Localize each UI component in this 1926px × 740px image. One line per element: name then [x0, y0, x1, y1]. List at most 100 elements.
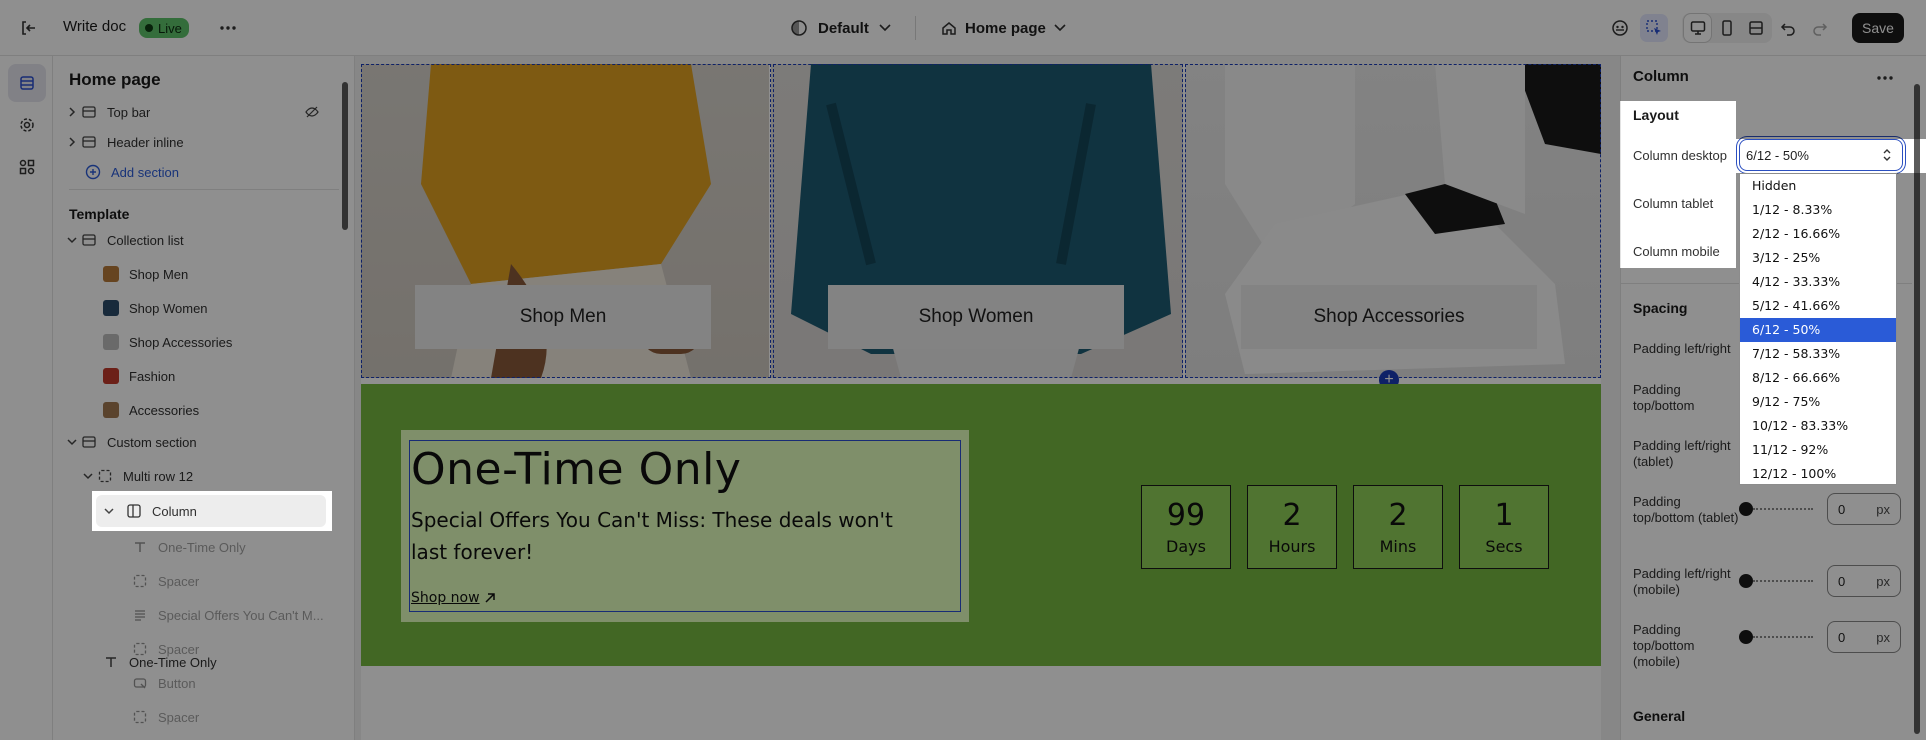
theme-selector[interactable]: Default	[790, 16, 891, 40]
redo-icon[interactable]	[1806, 14, 1834, 42]
chevron-down-icon[interactable]	[81, 472, 95, 480]
tree-item-special-offers[interactable]: Special Offers You Can't M...	[130, 599, 410, 631]
spacer-icon	[130, 707, 150, 727]
padding-tb-tablet-input[interactable]: 0 px	[1827, 493, 1901, 525]
shop-accessories-card[interactable]: Shop Accessories	[1241, 285, 1537, 349]
divider	[69, 189, 339, 190]
mobile-view-icon[interactable]	[1713, 14, 1740, 42]
plus-circle-icon	[83, 162, 103, 182]
tree-item-shop-women[interactable]: Shop Women	[101, 292, 354, 324]
slider-track[interactable]	[1753, 508, 1813, 510]
countdown-hours: 2 Hours	[1247, 485, 1337, 569]
option[interactable]: 10/12 - 83.33%	[1740, 414, 1896, 438]
padding-lr-label: Padding left/right	[1633, 341, 1731, 356]
chevron-down-icon	[1054, 24, 1066, 32]
desktop-view-icon[interactable]	[1684, 14, 1712, 42]
padding-lr-mobile-label: Padding left/right (mobile)	[1633, 566, 1731, 597]
option[interactable]: Hidden	[1740, 174, 1896, 198]
properties-scrollbar[interactable]	[1912, 56, 1922, 740]
option[interactable]: 5/12 - 41.66%	[1740, 294, 1896, 318]
tree-item-spacer[interactable]: Spacer	[130, 565, 410, 597]
shop-women-card[interactable]: Shop Women	[828, 285, 1124, 349]
slider-track[interactable]	[1753, 636, 1813, 638]
save-button[interactable]: Save	[1852, 13, 1904, 43]
add-section-button[interactable]: Add section	[83, 156, 354, 188]
section-icon	[79, 132, 99, 152]
option[interactable]: 4/12 - 33.33%	[1740, 270, 1896, 294]
shop-men-card[interactable]: Shop Men	[415, 285, 711, 349]
tree-item-collection-list[interactable]: Collection list	[65, 224, 345, 256]
slider-handle[interactable]	[1739, 630, 1753, 644]
toolbar-divider	[915, 16, 916, 40]
chevron-right-icon[interactable]	[65, 107, 79, 117]
tree-item-fashion[interactable]: Fashion	[101, 360, 354, 392]
padding-tb-mobile-input[interactable]: 0 px	[1827, 621, 1901, 653]
shop-now-link[interactable]: Shop now	[411, 590, 496, 606]
more-options-icon[interactable]	[1873, 66, 1897, 90]
option-selected[interactable]: 6/12 - 50%	[1740, 318, 1896, 342]
tree-item-accessories[interactable]: Accessories	[101, 394, 354, 426]
countdown-mins: 2 Mins	[1353, 485, 1443, 569]
promo-text[interactable]: Special Offers You Can't Miss: These dea…	[411, 504, 931, 568]
chevron-down-icon[interactable]	[102, 507, 116, 515]
inspector-icon[interactable]	[1640, 14, 1668, 42]
column-mobile-label: Column mobile	[1633, 244, 1720, 259]
thumbnail-image	[101, 366, 121, 386]
tree-item-button[interactable]: Button	[130, 667, 410, 699]
countdown-days: 99 Days	[1141, 485, 1231, 569]
button-icon	[130, 673, 150, 693]
option[interactable]: 9/12 - 75%	[1740, 390, 1896, 414]
chevron-down-icon[interactable]	[65, 438, 79, 446]
tree-item-custom-section[interactable]: Custom section	[65, 426, 345, 458]
promo-heading[interactable]: One-Time Only	[411, 444, 741, 495]
tree-item-spacer[interactable]: Spacer	[130, 633, 410, 665]
tree-item-shop-accessories[interactable]: Shop Accessories	[101, 326, 354, 358]
slider-track[interactable]	[1753, 580, 1813, 582]
option[interactable]: 11/12 - 92%	[1740, 438, 1896, 462]
option[interactable]: 2/12 - 16.66%	[1740, 222, 1896, 246]
general-heading: General	[1633, 708, 1686, 724]
option[interactable]: 3/12 - 25%	[1740, 246, 1896, 270]
settings-gear-icon[interactable]	[8, 106, 46, 144]
spacing-heading: Spacing	[1633, 300, 1688, 316]
padding-lr-tablet-label: Padding left/right (tablet)	[1633, 438, 1731, 469]
tree-item-multi-row[interactable]: Multi row 12	[81, 460, 354, 492]
layout-heading: Layout	[1633, 107, 1679, 123]
tree-item-one-time-only[interactable]: One-Time Only	[130, 531, 410, 563]
tree-item-column[interactable]: Column	[92, 491, 332, 531]
option[interactable]: 1/12 - 8.33%	[1740, 198, 1896, 222]
preview-canvas: Shop Men Shop Women Shop Accessories + O…	[355, 56, 1620, 740]
column-desktop-select[interactable]: 6/12 - 50%	[1739, 139, 1903, 171]
tree-item-spacer[interactable]: Spacer	[130, 701, 410, 733]
block-dashed-icon	[95, 466, 115, 486]
option[interactable]: 8/12 - 66.66%	[1740, 366, 1896, 390]
sections-icon[interactable]	[8, 64, 46, 102]
more-options-icon[interactable]	[216, 16, 240, 40]
chevron-right-icon[interactable]	[65, 137, 79, 147]
padding-tb-tablet-label: Padding top/bottom (tablet)	[1633, 494, 1739, 525]
paragraph-icon	[130, 605, 150, 625]
tree-item-shop-men[interactable]: Shop Men	[101, 258, 354, 290]
fullscreen-view-icon[interactable]	[1743, 14, 1770, 42]
page-selector[interactable]: Home page	[941, 16, 1066, 40]
slider-handle[interactable]	[1739, 502, 1753, 516]
scrollbar-thumb[interactable]	[1914, 84, 1920, 734]
panel-title: Column	[1633, 68, 1689, 85]
option[interactable]: 12/12 - 100%	[1740, 462, 1896, 486]
scrollbar-thumb[interactable]	[342, 82, 348, 230]
option[interactable]: 7/12 - 58.33%	[1740, 342, 1896, 366]
tree-item-header-inline[interactable]: Header inline	[65, 126, 345, 158]
hidden-eye-icon[interactable]	[305, 106, 319, 118]
undo-icon[interactable]	[1774, 14, 1802, 42]
slider-handle[interactable]	[1739, 574, 1753, 588]
text-icon	[101, 652, 121, 672]
chevron-down-icon[interactable]	[65, 236, 79, 244]
panel-title: Home page	[69, 70, 161, 89]
exit-icon[interactable]	[16, 16, 40, 40]
device-toggle-group	[1682, 13, 1772, 43]
tree-item-top-bar[interactable]: Top bar	[65, 96, 345, 128]
padding-lr-mobile-input[interactable]: 0 px	[1827, 565, 1901, 597]
ai-assistant-icon[interactable]	[1606, 14, 1634, 42]
column-desktop-options[interactable]: Hidden 1/12 - 8.33% 2/12 - 16.66% 3/12 -…	[1739, 173, 1897, 485]
apps-icon[interactable]	[8, 148, 46, 186]
